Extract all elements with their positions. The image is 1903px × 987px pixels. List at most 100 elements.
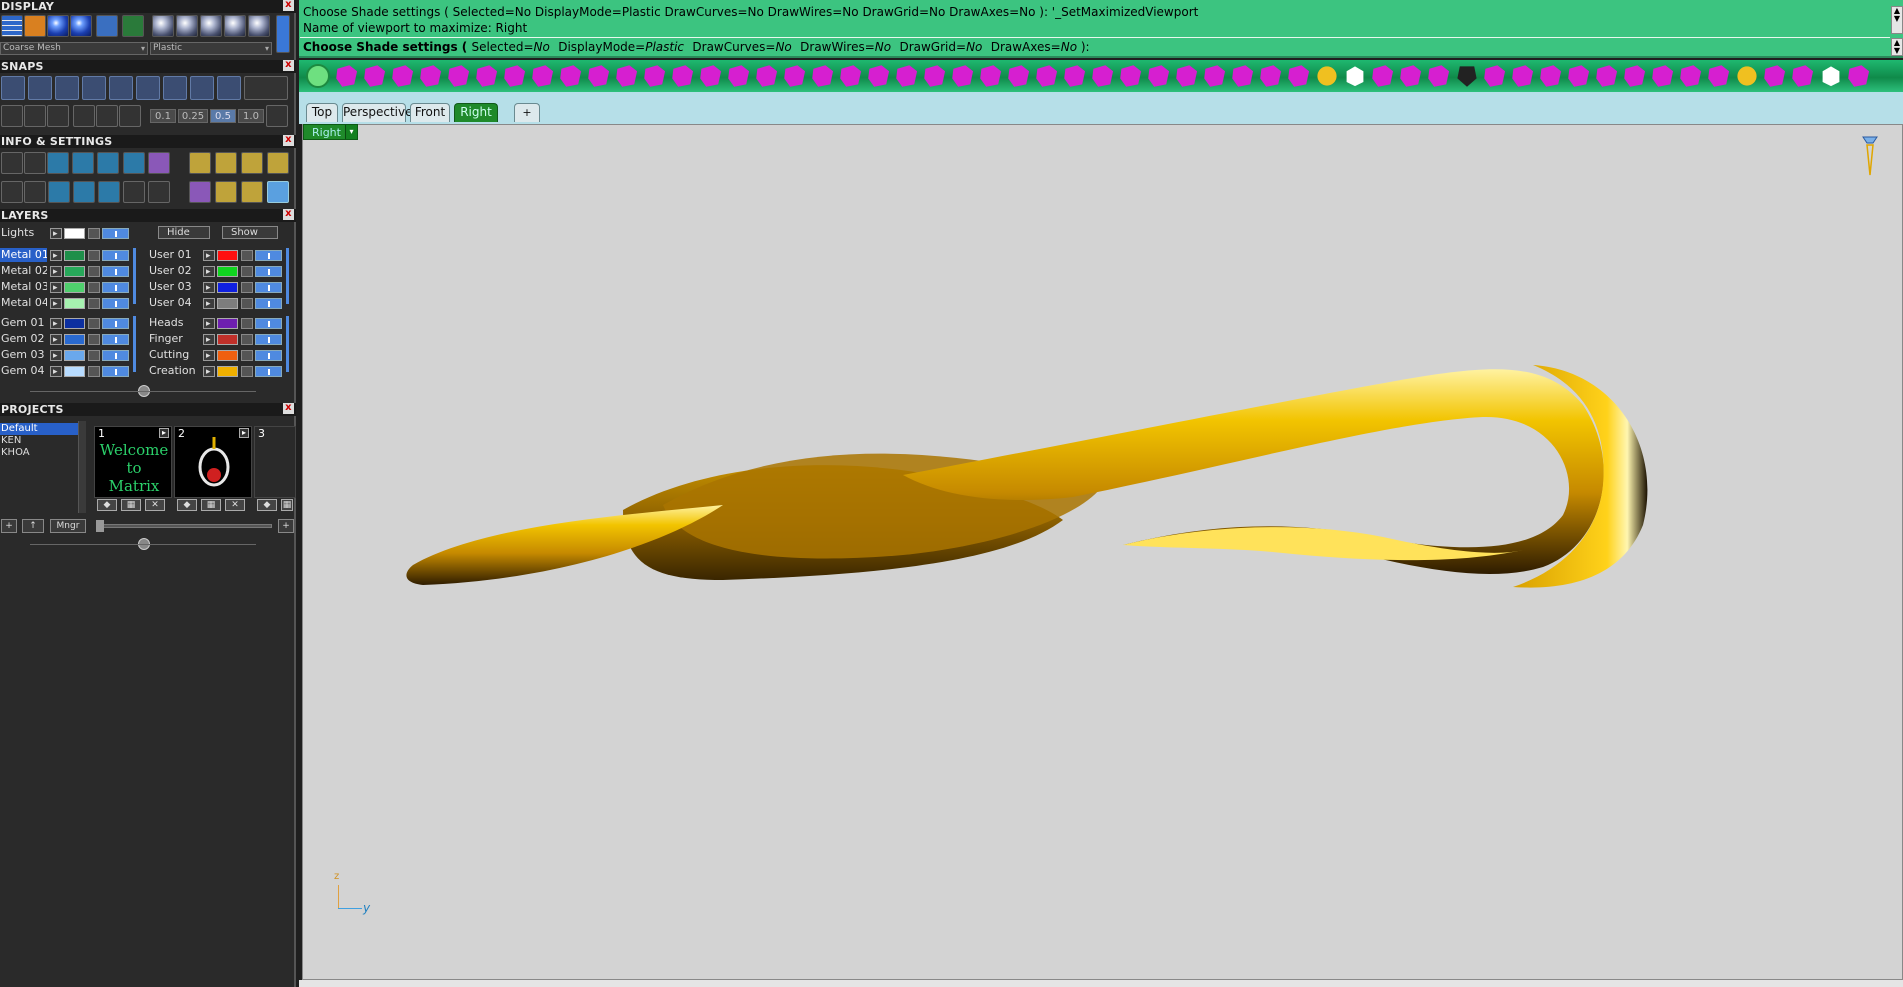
move-tool-icon[interactable] [1120,65,1142,87]
pipe-tool-icon[interactable] [756,65,778,87]
layer-lock-icon[interactable] [241,298,253,309]
layer-name[interactable]: Metal 04 [0,296,47,310]
taper-tool-icon[interactable] [1232,65,1254,87]
layer-name[interactable]: User 02 [148,264,200,278]
layer-expand-icon[interactable] [50,333,62,347]
history-icon[interactable] [119,105,141,127]
rectangle-tool-icon[interactable] [532,65,554,87]
layer-name[interactable]: Gem 01 [0,316,47,330]
cage-tool-icon[interactable] [1288,65,1310,87]
render-settings-icon[interactable] [189,152,211,174]
thumb-load-icon[interactable]: ◆ [257,499,277,511]
cube-icon[interactable] [48,181,70,203]
layer-lock-icon[interactable] [241,282,253,293]
layer-row[interactable]: User 04 [148,296,298,311]
layer-color-swatch[interactable] [217,366,238,377]
osnap-icon[interactable] [73,105,95,127]
command-prompt-input[interactable]: Choose Shade settings ( Selected=No Disp… [300,37,1890,56]
mesh-tool-icon[interactable] [1317,66,1337,86]
options-icon[interactable] [1,152,23,174]
gumball-icon[interactable] [96,105,118,127]
trim-tool-icon[interactable] [896,65,918,87]
glossy-sphere-icon[interactable] [70,15,92,37]
layer-visible-toggle[interactable] [255,298,282,309]
lights-lock-icon[interactable] [88,228,100,239]
snaps-panel-header[interactable]: SNAPS x [0,60,296,73]
chrome-sphere-icon[interactable] [200,15,222,37]
layer-lock-icon[interactable] [241,250,253,261]
snap-cen-icon[interactable] [109,76,133,100]
layer-row[interactable]: User 02 [148,264,298,279]
thumb-delete-icon[interactable]: ✕ [145,499,165,511]
close-icon[interactable]: x [283,0,294,11]
snap-step-1.0[interactable]: 1.0 [238,109,264,123]
layer-color-swatch[interactable] [64,298,85,309]
snap-near-icon[interactable] [28,76,52,100]
layer-visible-toggle[interactable] [255,334,282,345]
tab-top[interactable]: Top [306,103,338,122]
offset-tool-icon[interactable] [840,65,862,87]
prompt-scrollbar[interactable]: ▲ ▼ [1891,38,1903,56]
snap-point-icon[interactable] [55,76,79,100]
layer-expand-icon[interactable] [50,265,62,279]
project-item[interactable]: KHOA [0,447,78,459]
option-drawcurves[interactable]: DrawCurves= [692,40,775,54]
gem-sphere-icon[interactable] [248,15,270,37]
layer-visible-toggle[interactable] [102,366,129,377]
circle-tool-icon[interactable] [504,65,526,87]
layer-row[interactable]: User 03 [148,280,298,295]
extrude-tool-icon[interactable] [588,65,610,87]
array-tool-icon[interactable] [1036,65,1058,87]
layer-row[interactable]: Metal 04 [0,296,150,311]
layer-row[interactable]: Heads [148,316,298,331]
thumb-load-icon[interactable]: ◆ [177,499,197,511]
layer-color-swatch[interactable] [217,266,238,277]
thumb-save-icon[interactable]: ▦ [201,499,221,511]
gem-tool-icon[interactable] [1512,65,1534,87]
point-tool-icon[interactable] [1346,66,1364,87]
close-icon[interactable]: x [283,403,294,414]
layer-lock-icon[interactable] [88,350,100,361]
layer-lock-icon[interactable] [241,266,253,277]
snap-step-0.1[interactable]: 0.1 [150,109,176,123]
bezel-tool-icon[interactable] [1568,65,1590,87]
layer-color-swatch[interactable] [64,250,85,261]
points-icon[interactable] [123,181,145,203]
layer-row[interactable]: User 01 [148,248,298,263]
close-icon[interactable]: x [283,60,294,71]
snap-disable-icon[interactable] [244,76,288,100]
layers-stack-icon[interactable] [47,152,69,174]
projects-panel-header[interactable]: PROJECTS x [0,403,296,416]
viewport-layout-icon[interactable] [1,181,23,203]
layer-name[interactable]: Heads [148,316,200,330]
shade-mode-icon[interactable] [24,15,46,37]
brush-icon[interactable] [123,152,145,174]
layer-visible-toggle[interactable] [102,266,129,277]
layer-expand-icon[interactable] [203,297,215,311]
matte-sphere-icon[interactable] [152,15,174,37]
layer-row[interactable]: Gem 04 [0,364,150,379]
snap-step-0.25[interactable]: 0.25 [178,109,208,123]
layer-lock-icon[interactable] [88,334,100,345]
layer-visible-toggle[interactable] [102,298,129,309]
layer-expand-icon[interactable] [50,297,62,311]
layer-visible-toggle[interactable] [102,250,129,261]
layer-visible-toggle[interactable] [255,282,282,293]
snap-quad-icon[interactable] [163,76,187,100]
layer-color-swatch[interactable] [64,366,85,377]
layer-row[interactable]: Gem 01 [0,316,150,331]
display-toggle-icon[interactable] [276,15,290,53]
explode-tool-icon[interactable] [980,65,1002,87]
import-icon[interactable] [241,152,263,174]
snap-step-0.5[interactable]: 0.5 [210,109,236,123]
project-item[interactable]: Default [0,423,78,435]
boolean-tool-icon[interactable] [1428,65,1450,87]
add-project-button[interactable]: + [1,519,17,533]
minimize-icon[interactable] [24,181,46,203]
add-thumbnail-button[interactable]: + [278,519,294,533]
layer-expand-icon[interactable] [50,249,62,263]
layer-row[interactable]: Gem 02 [0,332,150,347]
layer-row[interactable]: Finger [148,332,298,347]
layer-visible-toggle[interactable] [255,250,282,261]
intersect-tool-icon[interactable] [1400,65,1422,87]
